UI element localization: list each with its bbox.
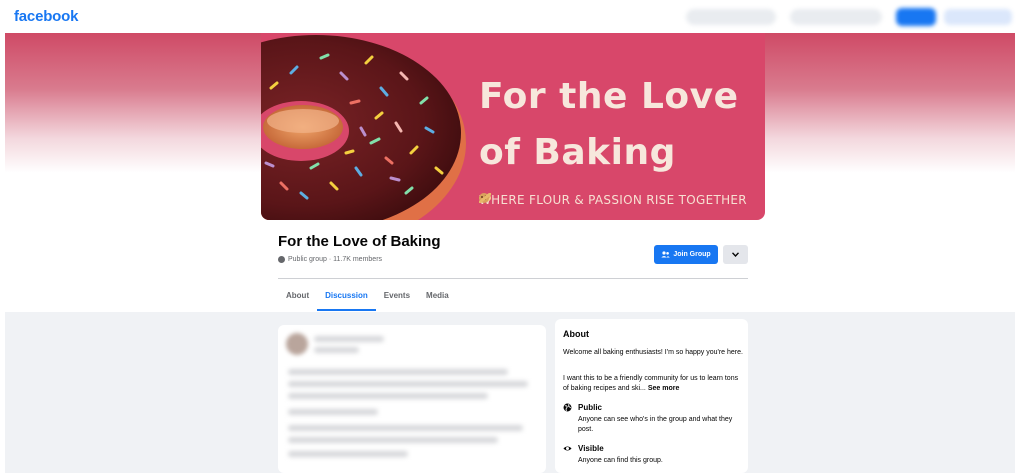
- blurred-text-line: [288, 381, 528, 387]
- visible-description: Anyone can find this group.: [578, 457, 663, 464]
- cover-tagline: WHERE FLOUR & PASSION RISE TOGETHER: [479, 193, 765, 207]
- avatar: [286, 333, 308, 355]
- group-meta-text: Public group · 11.7K members: [288, 256, 383, 263]
- cover-title-line1: For the Love: [479, 76, 739, 117]
- visible-title: Visible: [578, 444, 604, 453]
- chevron-down-icon: [732, 252, 739, 257]
- tab-media[interactable]: Media: [418, 286, 457, 311]
- blurred-text-line: [288, 393, 488, 399]
- group-name: For the Love of Baking: [278, 233, 441, 250]
- tab-discussion[interactable]: Discussion: [317, 286, 376, 311]
- about-title: About: [563, 329, 589, 339]
- blurred-text-line: [288, 425, 523, 431]
- about-description: I want this to be a friendly community f…: [563, 374, 743, 394]
- globe-icon: [278, 256, 285, 263]
- tab-about[interactable]: About: [278, 286, 317, 311]
- about-card: About Welcome all baking enthusiasts! I'…: [555, 319, 748, 473]
- blurred-login-button[interactable]: [896, 8, 936, 26]
- blurred-nav-item: [686, 9, 776, 25]
- blurred-text-line: [314, 347, 359, 353]
- public-title: Public: [578, 403, 603, 412]
- blurred-text-line: [288, 409, 378, 415]
- join-group-icon: [661, 251, 671, 258]
- cover-title-line2: of Baking: [479, 132, 676, 173]
- header-divider: [278, 278, 748, 279]
- more-options-button[interactable]: [723, 245, 748, 264]
- blurred-text-line: [288, 451, 408, 457]
- blurred-text-line: [314, 336, 384, 342]
- join-group-button[interactable]: Join Group: [654, 245, 718, 264]
- eye-icon: [563, 446, 572, 451]
- group-cover-photo[interactable]: For the Love of Baking WHERE FLOUR & PAS…: [261, 33, 765, 220]
- blurred-post-card[interactable]: [278, 325, 546, 473]
- group-meta: Public group · 11.7K members: [278, 256, 382, 263]
- globe-icon: [563, 403, 572, 412]
- group-tabs: About Discussion Events Media: [278, 286, 457, 311]
- cover-tagline-text: WHERE FLOUR & PASSION RISE TOGETHER: [479, 193, 747, 207]
- blurred-nav-item: [790, 9, 882, 25]
- see-more-link[interactable]: See more: [648, 385, 680, 392]
- public-description: Anyone can see who's in the group and wh…: [578, 416, 733, 433]
- join-group-label: Join Group: [673, 251, 711, 258]
- about-intro: Welcome all baking enthusiasts! I'm so h…: [563, 349, 743, 356]
- top-navigation-bar: facebook: [0, 0, 1024, 34]
- blurred-signup-button[interactable]: [944, 9, 1012, 25]
- facebook-logo[interactable]: facebook: [14, 8, 78, 25]
- blurred-text-line: [288, 369, 508, 375]
- tab-events[interactable]: Events: [376, 286, 418, 311]
- blurred-text-line: [288, 437, 498, 443]
- cover-title: For the Love of Baking: [479, 69, 759, 181]
